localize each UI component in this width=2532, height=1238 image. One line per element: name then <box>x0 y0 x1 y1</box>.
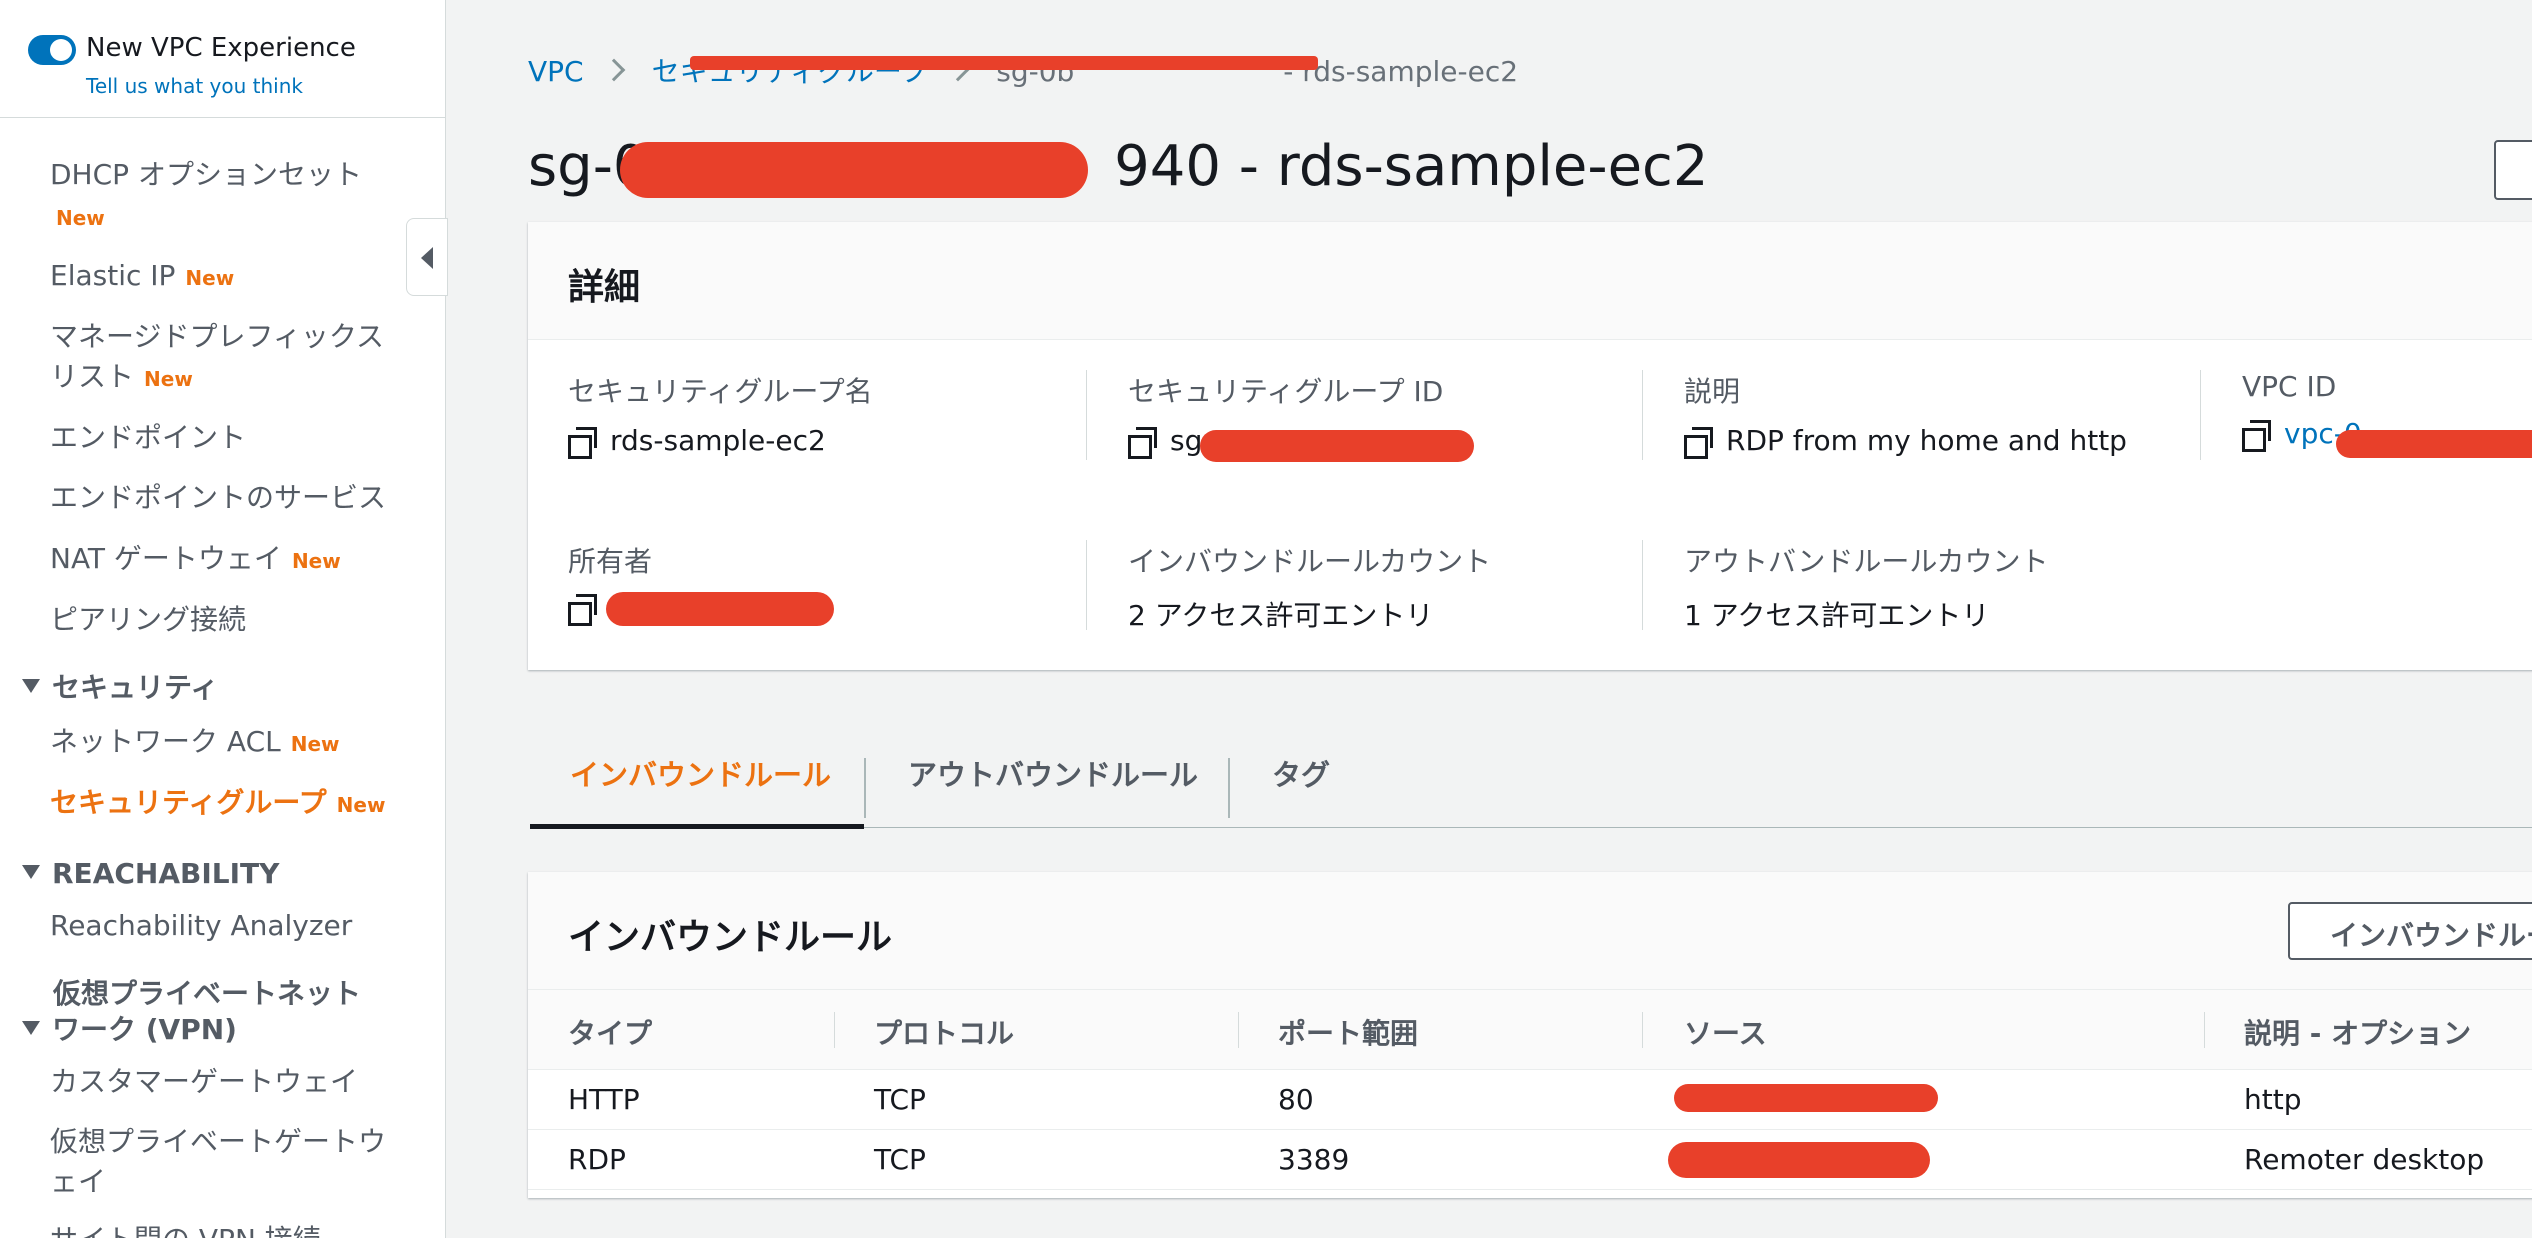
copy-icon[interactable] <box>1684 426 1713 459</box>
tab-tags[interactable]: タグ <box>1272 752 1330 794</box>
divider <box>1642 540 1643 630</box>
sidebar-item-site-to-site-vpn[interactable]: サイト間の VPN 接続 <box>50 1220 321 1238</box>
divider <box>1086 370 1087 460</box>
sidebar-item-elastic-ip[interactable]: Elastic IP New <box>50 256 234 298</box>
sidebar: New VPC Experience Tell us what you thin… <box>0 0 446 1238</box>
redaction-mark <box>606 592 834 626</box>
divider <box>2200 370 2201 460</box>
tab-divider <box>1228 758 1230 818</box>
vpc-id-label: VPC ID <box>2242 370 2337 403</box>
inbound-count-label: インバウンドルールカウント <box>1128 545 1492 578</box>
chevron-right-icon <box>602 58 625 82</box>
sg-name-value: rds-sample-ec2 <box>610 424 826 457</box>
redaction-mark <box>690 56 1318 70</box>
new-vpc-experience-header: New VPC Experience Tell us what you thin… <box>0 0 445 118</box>
inbound-rules-panel: インバウンドルール インバウンドルールを編集 タイプ プロトコル ポート範囲 ソ… <box>528 872 2532 1198</box>
sidebar-item-endpoints[interactable]: エンドポイント <box>50 418 246 458</box>
inbound-count-value: 2 アクセス許可エントリ <box>1128 599 1434 632</box>
sidebar-item-customer-gateways[interactable]: カスタマーゲートウェイ <box>50 1062 358 1102</box>
table-header: タイプ プロトコル ポート範囲 ソース 説明 - オプション <box>528 990 2532 1070</box>
new-vpc-experience-toggle[interactable] <box>28 35 76 65</box>
redaction-mark <box>2336 430 2532 458</box>
caret-down-icon <box>22 1021 40 1035</box>
redaction-mark <box>1674 1084 1938 1112</box>
breadcrumb-vpc[interactable]: VPC <box>528 55 584 88</box>
sidebar-item-managed-prefix-list-line2[interactable]: リスト New <box>50 357 193 399</box>
description-field: 説明 RDP from my home and http <box>1684 370 2127 459</box>
details-heading: 詳細 <box>568 267 641 308</box>
sidebar-item-dhcp[interactable]: DHCP オプションセット <box>50 155 362 195</box>
cell-description: Remoter desktop <box>2244 1143 2485 1176</box>
collapse-sidebar-button[interactable] <box>406 218 448 296</box>
table-row[interactable]: HTTP TCP 80 http <box>528 1070 2532 1130</box>
cell-description: http <box>2244 1083 2302 1116</box>
divider <box>1086 540 1087 630</box>
description-value: RDP from my home and http <box>1726 424 2127 457</box>
copy-icon[interactable] <box>568 426 597 459</box>
tab-divider <box>864 758 866 818</box>
sidebar-item-nat-gateways[interactable]: NAT ゲートウェイ New <box>50 539 341 581</box>
caret-down-icon <box>22 679 40 693</box>
sg-name-label: セキュリティグループ名 <box>568 375 873 408</box>
sidebar-section-reachability[interactable]: REACHABILITY <box>22 856 279 892</box>
sg-id-label: セキュリティグループ ID <box>1128 375 1444 408</box>
cell-type: RDP <box>568 1143 626 1176</box>
cell-port: 3389 <box>1278 1143 1350 1176</box>
sidebar-item-peering[interactable]: ピアリング接続 <box>50 600 246 640</box>
inbound-rules-heading: インバウンドルール <box>568 917 893 958</box>
chevron-left-icon <box>421 247 433 269</box>
sidebar-item-security-groups[interactable]: セキュリティグループ New <box>50 783 385 825</box>
sidebar-section-security[interactable]: セキュリティ <box>22 670 218 706</box>
sidebar-item-network-acl[interactable]: ネットワーク ACL New <box>50 722 340 764</box>
details-panel: 詳細 セキュリティグループ名 rds-sample-ec2 セキュリティグループ… <box>528 222 2532 670</box>
cell-port: 80 <box>1278 1083 1314 1116</box>
redaction-mark <box>1668 1142 1930 1178</box>
owner-label: 所有者 <box>568 545 653 578</box>
sidebar-item-managed-prefix-list[interactable]: マネージドプレフィックス <box>50 317 384 357</box>
edit-inbound-rules-button[interactable]: インバウンドルールを編集 <box>2288 902 2532 960</box>
copy-icon[interactable] <box>568 594 597 626</box>
description-label: 説明 <box>1684 375 1741 408</box>
actions-button[interactable] <box>2494 140 2532 200</box>
tab-outbound-rules[interactable]: アウトバウンドルール <box>908 752 1198 794</box>
new-vpc-experience-title: New VPC Experience <box>86 33 356 63</box>
column-header-protocol[interactable]: プロトコル <box>874 1012 1014 1052</box>
sidebar-section-vpn-line2[interactable]: ワーク (VPN) <box>22 1012 237 1048</box>
outbound-count-value: 1 アクセス許可エントリ <box>1684 599 1990 632</box>
active-tab-indicator <box>530 824 864 829</box>
column-header-type[interactable]: タイプ <box>568 1012 652 1052</box>
sidebar-section-vpn[interactable]: 仮想プライベートネット <box>22 976 361 1012</box>
redaction-mark <box>620 142 1088 198</box>
sidebar-item-virtual-private-gateways-line2[interactable]: ェイ <box>50 1162 106 1202</box>
inbound-count-field: インバウンドルールカウント 2 アクセス許可エントリ <box>1128 540 1491 634</box>
feedback-link[interactable]: Tell us what you think <box>86 74 303 98</box>
sidebar-item-virtual-private-gateways[interactable]: 仮想プライベートゲートウ <box>50 1122 386 1162</box>
cell-type: HTTP <box>568 1083 640 1116</box>
outbound-count-label: アウトバンドルールカウント <box>1684 545 2049 578</box>
caret-down-icon <box>22 865 40 879</box>
column-header-description[interactable]: 説明 - オプション <box>2244 1012 2471 1052</box>
column-header-port-range[interactable]: ポート範囲 <box>1278 1012 1418 1052</box>
tab-inbound-rules[interactable]: インバウンドルール <box>570 752 831 794</box>
cell-protocol: TCP <box>874 1083 926 1116</box>
column-header-source[interactable]: ソース <box>1684 1012 1767 1052</box>
outbound-count-field: アウトバンドルールカウント 1 アクセス許可エントリ <box>1684 540 2049 634</box>
divider <box>1642 370 1643 460</box>
copy-icon[interactable] <box>1128 426 1157 459</box>
copy-icon[interactable] <box>2242 419 2271 452</box>
new-badge: New <box>56 206 105 230</box>
sg-name-field: セキュリティグループ名 rds-sample-ec2 <box>568 370 873 459</box>
sidebar-item-reachability-analyzer[interactable]: Reachability Analyzer <box>50 906 352 946</box>
tab-bar: インバウンドルール アウトバウンドルール タグ <box>530 728 2532 829</box>
table-row[interactable]: RDP TCP 3389 Remoter desktop <box>528 1130 2532 1190</box>
cell-protocol: TCP <box>874 1143 926 1176</box>
sidebar-item-endpoint-services[interactable]: エンドポイントのサービス <box>50 478 386 518</box>
redaction-mark <box>1200 430 1474 462</box>
